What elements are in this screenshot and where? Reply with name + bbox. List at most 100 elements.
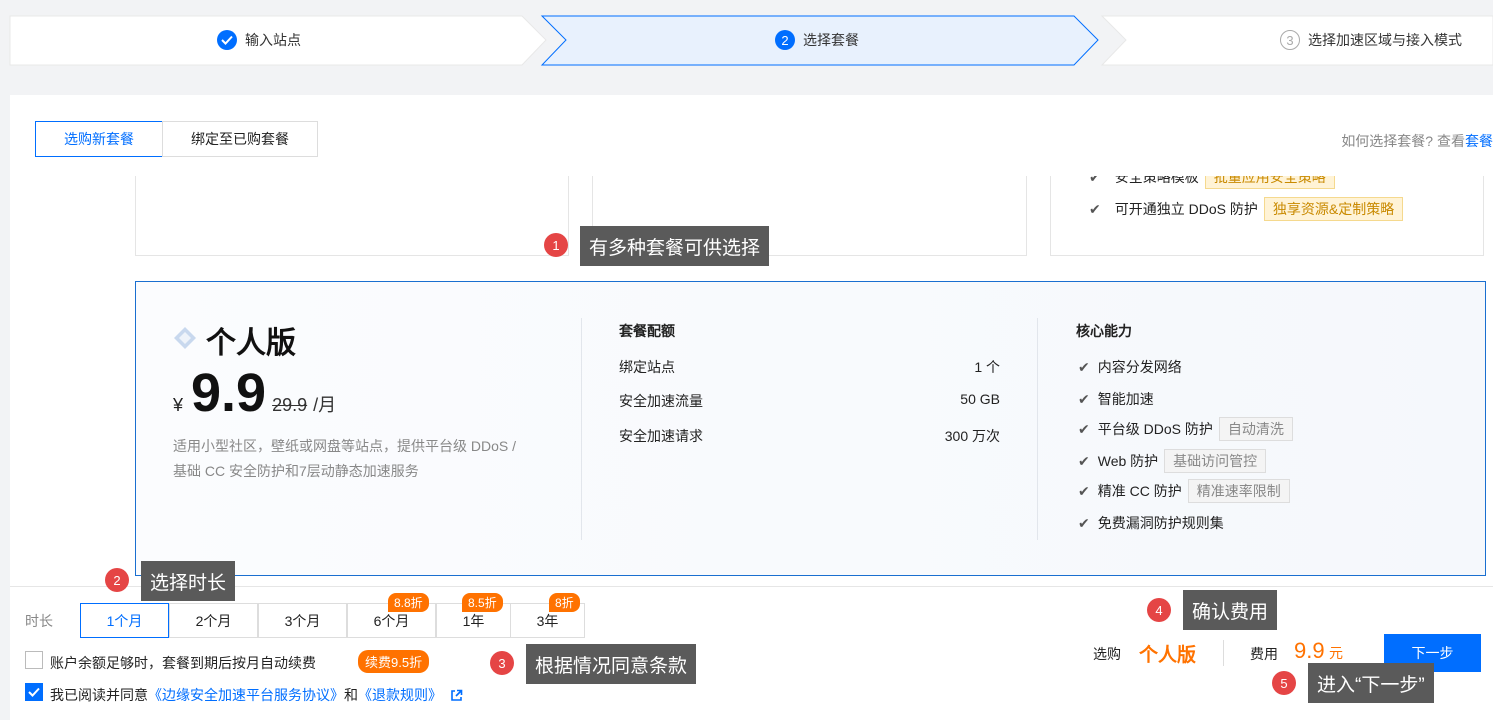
fee-value: 9.9 [1294, 638, 1325, 663]
help-question: 如何选择套餐? 查看 [1341, 133, 1465, 149]
plan-description: 适用小型社区，壁纸或网盘等站点，提供平台级 DDoS / 基础 CC 安全防护和… [173, 434, 516, 484]
capability-item: ✔ 平台级 DDoS 防护 自动清洗 [1078, 417, 1293, 441]
service-agreement-link[interactable]: 《边缘安全加速平台服务协议》 [148, 685, 344, 705]
duration-label: 时长 [25, 613, 53, 629]
check-icon: ✔ [1089, 176, 1101, 185]
terms-text: 我已阅读并同意 《边缘安全加速平台服务协议》 和 《退款规则》 [50, 685, 463, 705]
capability-label: 智能加速 [1097, 391, 1154, 407]
check-icon: ✔ [1078, 358, 1090, 375]
check-icon: ✔ [1078, 420, 1090, 437]
purchase-label: 选购 [1093, 646, 1121, 662]
ghost-feature-1-tag: 批量应用安全策略 [1204, 176, 1335, 189]
duration-option-3m[interactable]: 3个月 [258, 603, 347, 638]
duration-option-2m[interactable]: 2个月 [169, 603, 258, 638]
tip-label: 根据情况同意条款 [526, 644, 697, 684]
capability-label: 平台级 DDoS 防护 [1097, 421, 1213, 437]
tab-new-package[interactable]: 选购新套餐 [35, 121, 163, 157]
auto-renew-checkbox[interactable] [25, 651, 43, 669]
external-link-icon[interactable] [450, 689, 463, 702]
ghost-feature-1-label: 安全策略模板 [1114, 176, 1199, 185]
plan-price: ¥ 9.9 29.9 /月 [173, 362, 336, 424]
quota-label: 安全加速流量 [619, 393, 703, 409]
price-value: 9.9 [191, 363, 267, 423]
selected-plan-name: 个人版 [1139, 645, 1197, 666]
quota-row: 绑定站点 1 个 [619, 357, 1000, 377]
refund-rules-link[interactable]: 《退款规则》 [358, 685, 442, 705]
capability-label: 内容分发网络 [1097, 359, 1182, 375]
diamond-icon [174, 327, 196, 349]
package-card-enterprise[interactable]: ✔ 安全策略模板 批量应用安全策略 ✔ 可开通独立 DDoS 防护 独享资源&定… [1050, 176, 1484, 256]
step-3-label: 选择加速区域与接入模式 [1308, 32, 1462, 48]
step-3[interactable]: 3 选择加速区域与接入模式 [1280, 30, 1462, 50]
package-card-basic[interactable] [135, 176, 569, 256]
fee-label: 费用 [1250, 646, 1278, 662]
check-icon: ✔ [1078, 482, 1090, 499]
capability-item: ✔ 智能加速 [1078, 389, 1154, 409]
help-link[interactable]: 套餐 [1465, 133, 1493, 149]
step-3-number: 3 [1280, 30, 1300, 50]
tab-bind-existing[interactable]: 绑定至已购套餐 [162, 121, 318, 157]
ghost-feature-2-tag: 独享资源&定制策略 [1263, 197, 1404, 221]
tip-number: 4 [1147, 598, 1171, 622]
tip-number: 3 [490, 651, 514, 675]
step-1-label: 输入站点 [245, 32, 301, 48]
help-text: 如何选择套餐? 查看套餐 [1341, 131, 1493, 151]
quota-value: 50 GB [960, 391, 1000, 407]
quota-value: 1 个 [974, 359, 1000, 375]
capability-label: 免费漏洞防护规则集 [1097, 515, 1224, 531]
quota-row: 安全加速流量 50 GB [619, 391, 1000, 411]
fee-unit: 元 [1329, 645, 1344, 661]
divider [581, 318, 582, 540]
quota-value: 300 万次 [944, 428, 1000, 444]
capability-label: 精准 CC 防护 [1097, 483, 1182, 499]
step-2-number: 2 [775, 30, 795, 50]
ghost-feature-2: ✔ 可开通独立 DDoS 防护 独享资源&定制策略 [1089, 197, 1404, 221]
quota-row: 安全加速请求 300 万次 [619, 426, 1000, 446]
capability-tag: 基础访问管控 [1164, 449, 1267, 473]
check-icon: ✔ [1078, 514, 1090, 531]
price-unit: /月 [313, 395, 337, 415]
capability-item: ✔ 内容分发网络 [1078, 357, 1182, 377]
terms-prefix: 我已阅读并同意 [50, 687, 148, 703]
auto-renew-text: 账户余额足够时，套餐到期后按月自动续费 [50, 655, 316, 671]
capability-tag: 精准速率限制 [1187, 479, 1290, 503]
tip-label: 确认费用 [1183, 590, 1278, 630]
tip-number: 1 [544, 233, 568, 257]
plan-description-line1: 适用小型社区，壁纸或网盘等站点，提供平台级 DDoS / [173, 438, 517, 454]
ghost-feature-1: ✔ 安全策略模板 批量应用安全策略 [1089, 176, 1335, 189]
check-icon: ✔ [1078, 390, 1090, 407]
divider [1223, 640, 1224, 666]
capability-title: 核心能力 [1076, 323, 1132, 339]
step-1[interactable]: 输入站点 [217, 30, 301, 50]
check-icon: ✔ [1089, 200, 1101, 217]
capability-item: ✔ 免费漏洞防护规则集 [1078, 513, 1224, 533]
duration-option-1m[interactable]: 1个月 [80, 603, 169, 638]
step-2[interactable]: 2 选择套餐 [775, 30, 859, 50]
capability-tag: 自动清洗 [1218, 417, 1293, 441]
checkmark-icon [217, 30, 237, 50]
stepper: 输入站点 2 选择套餐 3 选择加速区域与接入模式 [0, 0, 1493, 80]
tip-label: 进入“下一步” [1308, 663, 1434, 703]
discount-badge: 8.8折 [388, 593, 429, 612]
ghost-feature-2-label: 可开通独立 DDoS 防护 [1114, 201, 1258, 217]
capability-item: ✔ 精准 CC 防护 精准速率限制 [1078, 479, 1290, 503]
tip-label: 选择时长 [141, 561, 236, 601]
original-price: 29.9 [272, 395, 308, 415]
renew-discount-badge: 续费9.5折 [358, 650, 430, 673]
tip-label: 有多种套餐可供选择 [580, 226, 770, 266]
plan-name: 个人版 [206, 327, 296, 360]
checkmark-icon [28, 687, 40, 697]
tip-number: 5 [1272, 671, 1296, 695]
quota-title: 套餐配额 [619, 323, 675, 339]
capability-label: Web 防护 [1097, 453, 1159, 469]
check-icon: ✔ [1078, 452, 1090, 469]
terms-and: 和 [344, 687, 358, 703]
tip-number: 2 [105, 568, 129, 592]
quota-label: 安全加速请求 [619, 428, 703, 444]
plan-description-line2: 基础 CC 安全防护和7层动静态加速服务 [173, 463, 419, 479]
discount-badge: 8折 [549, 593, 580, 612]
discount-badge: 8.5折 [462, 593, 503, 612]
terms-checkbox[interactable] [25, 683, 43, 701]
capability-item: ✔ Web 防护 基础访问管控 [1078, 449, 1267, 473]
currency-symbol: ¥ [173, 395, 184, 415]
